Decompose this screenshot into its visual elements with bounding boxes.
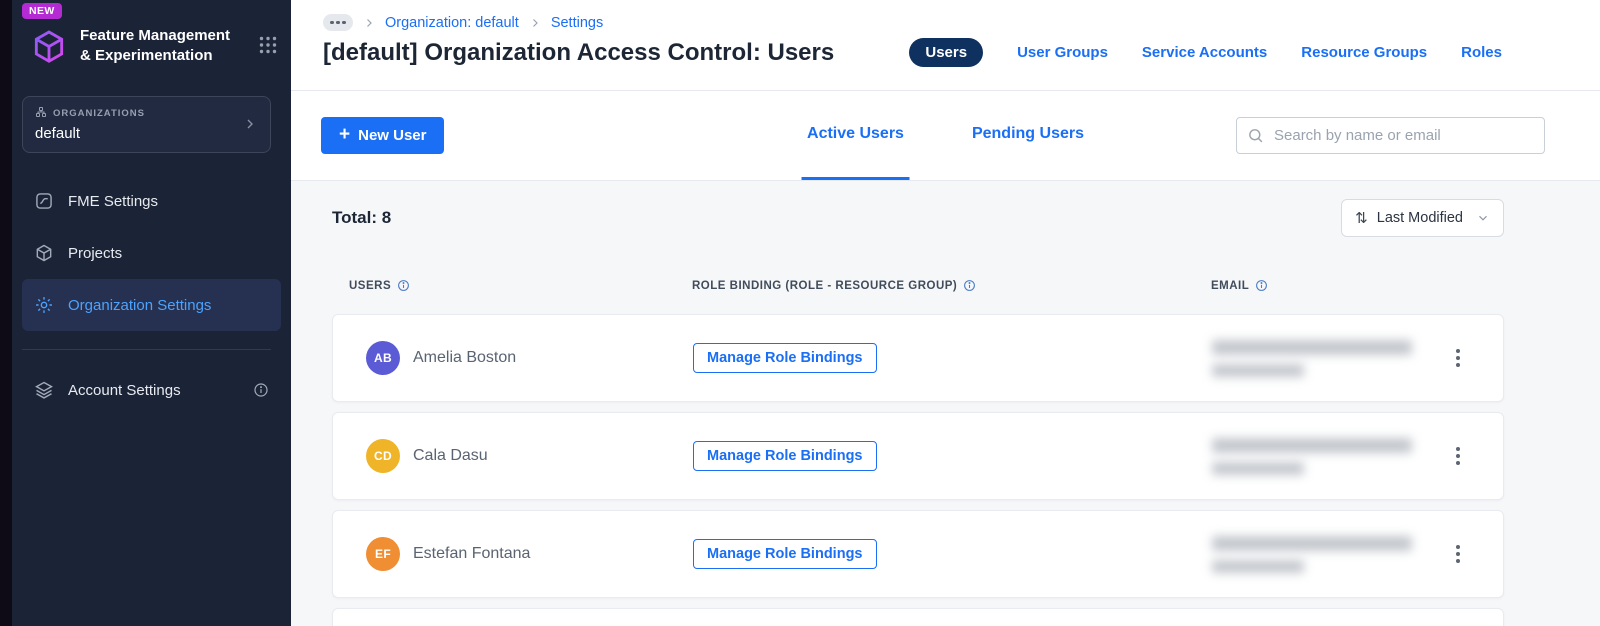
sort-arrows-icon: ⇅ xyxy=(1355,210,1368,227)
sidebar: NEW Feature Management & Experimentation xyxy=(12,0,291,626)
table-header: USERS ROLE BINDING (ROLE - RESOURCE GROU… xyxy=(332,279,1504,292)
sidebar-item-fme-settings[interactable]: FME Settings xyxy=(22,175,281,227)
row-menu-kebab-icon[interactable] xyxy=(1450,441,1466,471)
organizations-label: ORGANIZATIONS xyxy=(53,108,145,120)
sort-button[interactable]: ⇅ Last Modified xyxy=(1341,199,1504,237)
row-menu-kebab-icon[interactable] xyxy=(1450,539,1466,569)
tab-roles[interactable]: Roles xyxy=(1461,44,1502,61)
sidebar-item-projects[interactable]: Projects xyxy=(22,227,281,279)
redacted-email xyxy=(1204,437,1413,475)
app-window: NEW Feature Management & Experimentation xyxy=(0,0,1600,626)
sidebar-nav: FME Settings Projects Organization Setti… xyxy=(12,175,291,332)
avatar: CD xyxy=(366,439,400,473)
avatar: AB xyxy=(366,341,400,375)
new-user-button[interactable]: + New User xyxy=(321,117,445,154)
breadcrumb: Organization: default Settings xyxy=(323,14,834,31)
row-menu-kebab-icon[interactable] xyxy=(1450,343,1466,373)
sidebar-item-organization-settings[interactable]: Organization Settings xyxy=(22,279,281,332)
column-role-binding: ROLE BINDING (ROLE - RESOURCE GROUP) xyxy=(692,279,958,292)
chevron-right-icon xyxy=(242,116,258,132)
manage-role-bindings-button[interactable]: Manage Role Bindings xyxy=(693,441,877,471)
table-row: AB Amelia Boston Manage Role Bindings xyxy=(332,314,1504,402)
search-input[interactable] xyxy=(1272,126,1534,145)
sidebar-item-label: FME Settings xyxy=(68,192,159,210)
user-name: Amelia Boston xyxy=(413,349,517,366)
breadcrumb-ellipsis-button[interactable] xyxy=(323,14,353,31)
column-users: USERS xyxy=(349,279,392,292)
organization-value: default xyxy=(35,125,81,143)
toolbar: + New User Active Users Pending Users xyxy=(291,91,1600,181)
sidebar-item-label: Organization Settings xyxy=(68,296,212,314)
info-icon[interactable] xyxy=(397,279,410,292)
info-icon[interactable] xyxy=(1255,279,1268,292)
user-name: Cala Dasu xyxy=(413,447,488,464)
redacted-email xyxy=(1204,339,1413,377)
manage-role-bindings-button[interactable]: Manage Role Bindings xyxy=(693,343,877,373)
total-row: Total: 8 ⇅ Last Modified xyxy=(332,199,1504,237)
chevron-right-icon xyxy=(529,17,541,29)
projects-icon xyxy=(36,244,52,262)
sidebar-divider xyxy=(22,349,271,351)
tab-users[interactable]: Users xyxy=(909,38,984,67)
column-email: EMAIL xyxy=(1211,279,1250,292)
table-row-partial xyxy=(332,608,1504,626)
manage-role-bindings-button[interactable]: Manage Role Bindings xyxy=(693,539,877,569)
access-control-tabs: Users User Groups Service Accounts Resou… xyxy=(909,38,1502,67)
new-badge: NEW xyxy=(22,3,62,19)
user-state-tabs: Active Users Pending Users xyxy=(801,91,1090,180)
sidebar-item-account-settings[interactable]: Account Settings xyxy=(22,364,281,416)
tab-resource-groups[interactable]: Resource Groups xyxy=(1301,44,1427,61)
avatar: EF xyxy=(366,537,400,571)
main-panel: Organization: default Settings [default]… xyxy=(291,0,1600,626)
chevron-down-icon xyxy=(1476,211,1490,225)
fme-settings-icon xyxy=(36,193,52,209)
gear-icon xyxy=(36,297,52,314)
info-icon[interactable] xyxy=(963,279,976,292)
users-table: AB Amelia Boston Manage Role Bindings CD… xyxy=(332,314,1504,626)
redacted-email xyxy=(1204,535,1413,573)
layers-icon xyxy=(35,381,53,399)
sidebar-item-label: Projects xyxy=(68,244,123,262)
product-title: Feature Management & Experimentation xyxy=(80,27,231,65)
users-content: Total: 8 ⇅ Last Modified USERS ROLE BIND… xyxy=(291,181,1600,626)
user-name: Estefan Fontana xyxy=(413,545,531,562)
search-box[interactable] xyxy=(1236,117,1545,154)
breadcrumb-organization-link[interactable]: Organization: default xyxy=(385,15,519,31)
breadcrumb-settings-link[interactable]: Settings xyxy=(551,15,603,31)
total-count: Total: 8 xyxy=(332,208,392,227)
tab-pending-users[interactable]: Pending Users xyxy=(966,91,1090,180)
sort-label: Last Modified xyxy=(1376,210,1463,226)
apps-grid-icon[interactable] xyxy=(259,36,277,59)
search-icon xyxy=(1249,129,1263,143)
tab-service-accounts[interactable]: Service Accounts xyxy=(1142,44,1267,61)
window-edge xyxy=(0,0,12,626)
tab-user-groups[interactable]: User Groups xyxy=(1017,44,1108,61)
organization-icon xyxy=(35,106,47,121)
sidebar-item-label: Account Settings xyxy=(68,381,181,399)
chevron-right-icon xyxy=(363,17,375,29)
table-row: CD Cala Dasu Manage Role Bindings xyxy=(332,412,1504,500)
table-row: EF Estefan Fontana Manage Role Bindings xyxy=(332,510,1504,598)
fme-logo-icon xyxy=(30,28,68,66)
tab-active-users[interactable]: Active Users xyxy=(801,91,910,180)
organization-selector[interactable]: ORGANIZATIONS default xyxy=(22,96,271,154)
plus-icon: + xyxy=(339,123,351,145)
info-icon[interactable] xyxy=(253,382,269,398)
page-header: Organization: default Settings [default]… xyxy=(291,0,1600,91)
page-title: [default] Organization Access Control: U… xyxy=(323,39,835,66)
